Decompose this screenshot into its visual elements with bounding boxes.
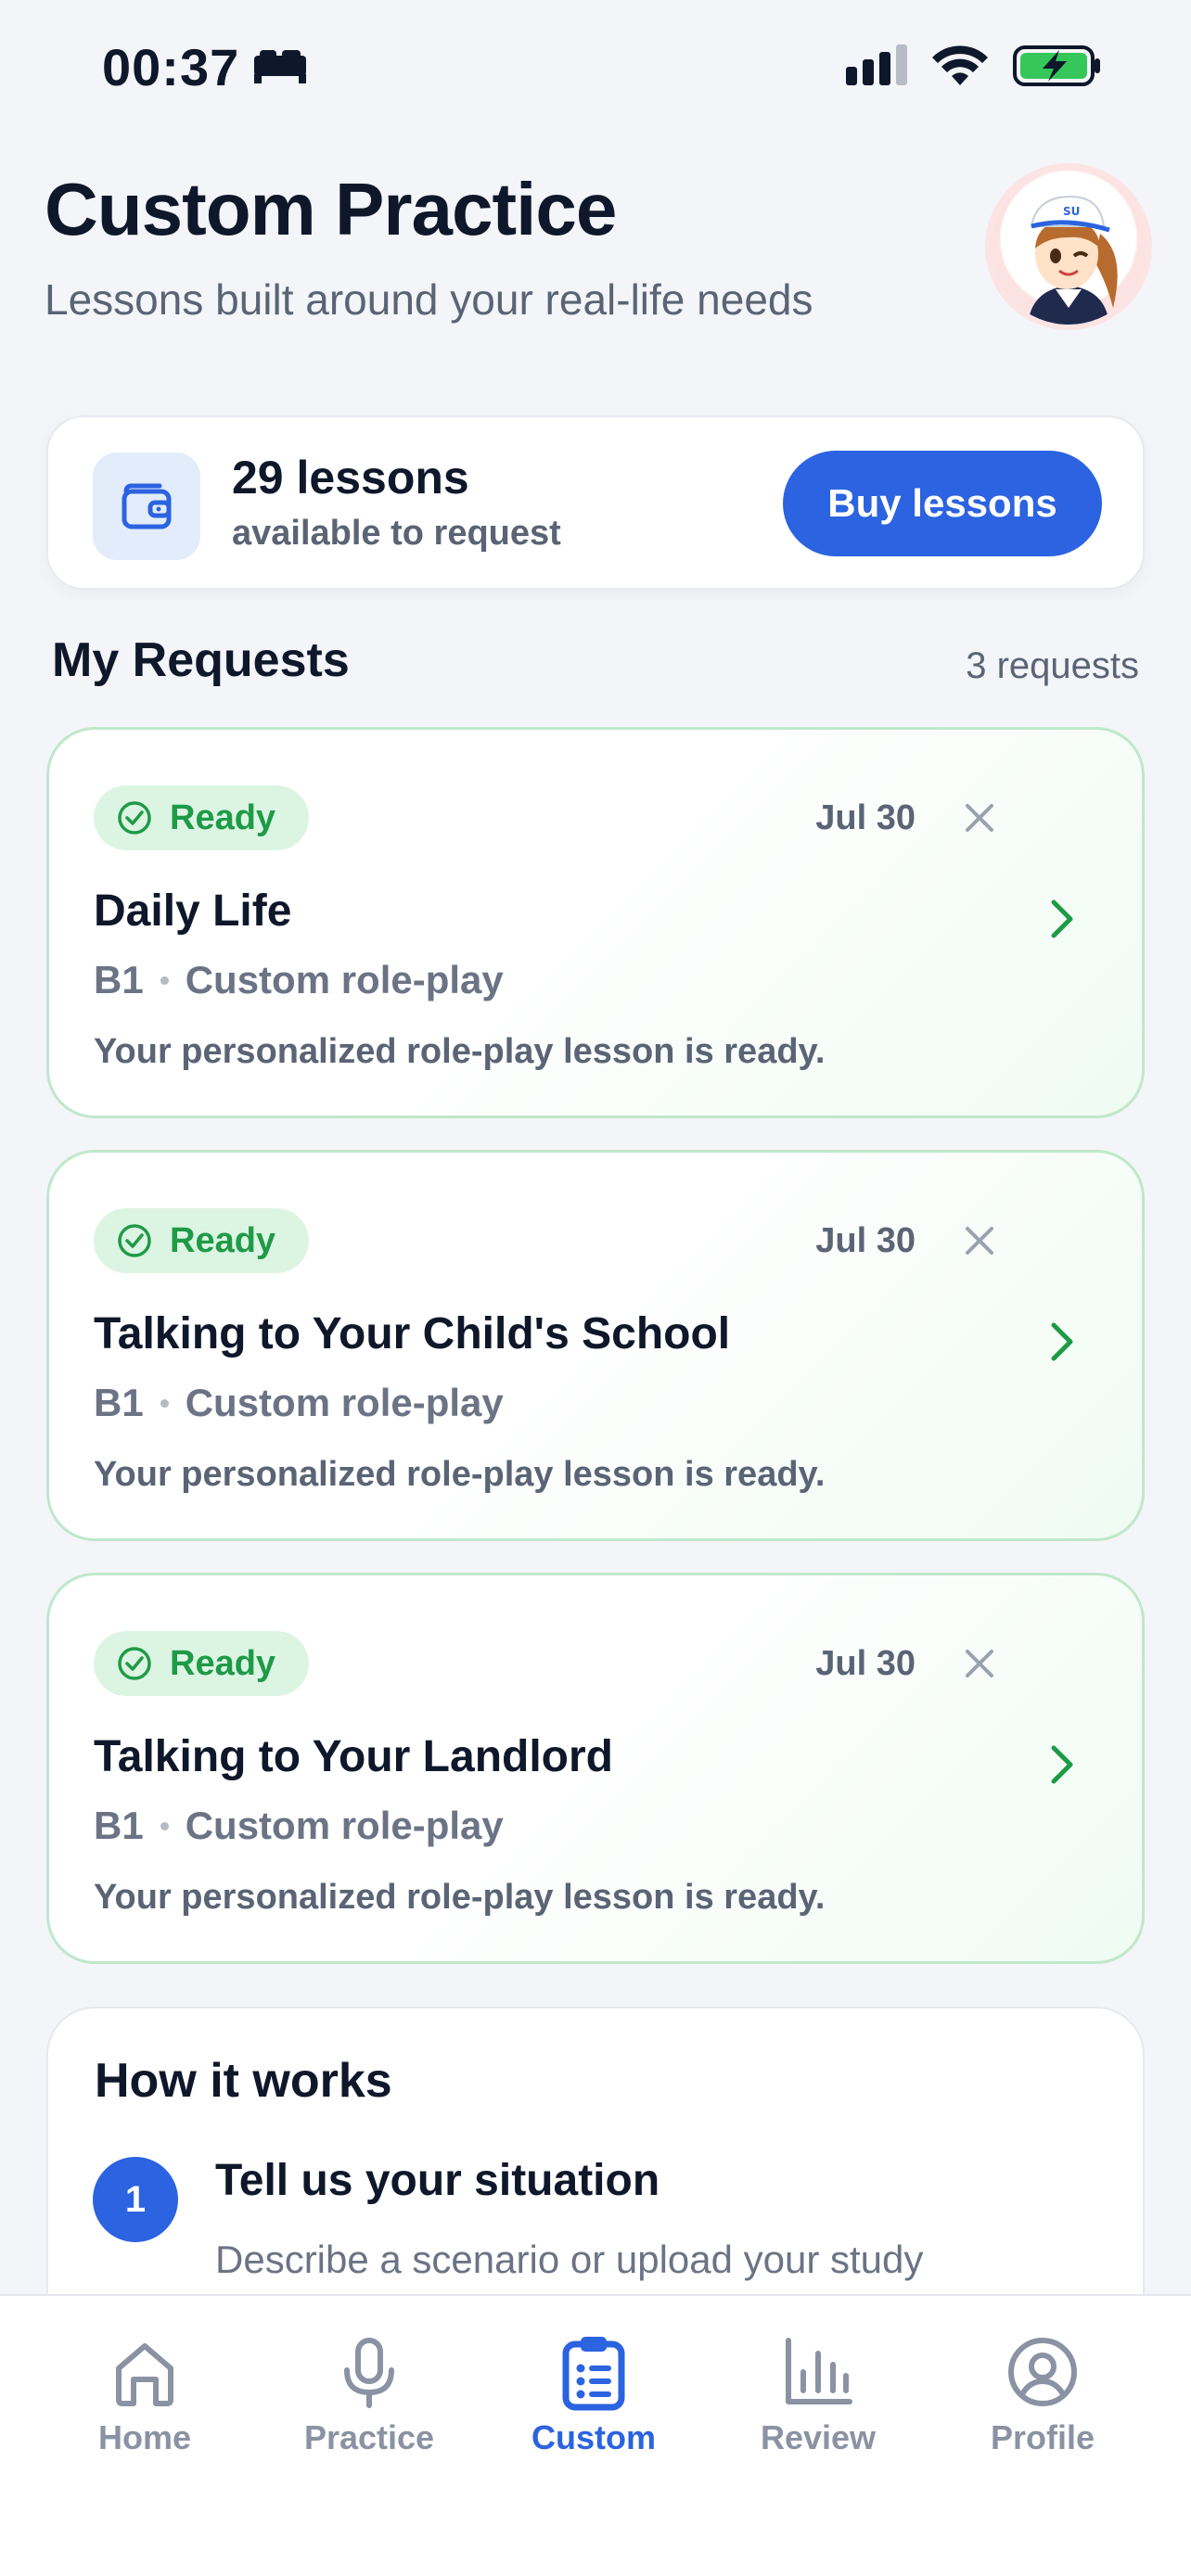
step-number-badge: 1 <box>93 2157 178 2242</box>
separator-dot <box>160 976 169 985</box>
tab-label: Profile <box>990 2418 1095 2456</box>
status-bar-indicators <box>844 45 1102 92</box>
wallet-icon <box>93 453 200 560</box>
lesson-count: 29 lessons <box>232 452 469 504</box>
check-circle-icon <box>118 1224 151 1257</box>
dismiss-request-button[interactable] <box>954 793 1005 843</box>
close-icon <box>966 804 993 832</box>
my-requests-heading: My Requests <box>52 633 350 687</box>
request-level: B1 <box>94 1804 144 1847</box>
lesson-balance-card: 29 lessons available to request Buy less… <box>46 415 1145 590</box>
status-badge-label: Ready <box>170 1220 276 1260</box>
request-card[interactable]: Ready Jul 30 Talking to Your Child's Sch… <box>46 1150 1145 1541</box>
buy-lessons-button[interactable]: Buy lessons <box>783 451 1102 556</box>
lesson-count-caption: available to request <box>232 514 561 553</box>
requests-count: 3 requests <box>966 645 1139 686</box>
status-bar-time: 00:37 <box>102 37 308 97</box>
battery-charging-icon <box>1013 45 1102 92</box>
wifi-icon <box>931 45 989 92</box>
bottom-tab-bar: Home Practice Custom Review Profile <box>0 2294 1191 2576</box>
sleep-focus-icon <box>252 37 308 97</box>
chevron-right-icon[interactable] <box>1034 891 1090 947</box>
close-icon <box>966 1650 993 1677</box>
tab-profile[interactable]: Profile <box>950 2333 1135 2457</box>
request-meta: B1 Custom role-play <box>94 1381 504 1425</box>
tab-label: Review <box>760 2418 877 2456</box>
user-circle-icon <box>1008 2338 1077 2406</box>
request-date: Jul 30 <box>815 1644 916 1683</box>
request-type: Custom role-play <box>185 1381 504 1424</box>
request-meta: B1 Custom role-play <box>94 958 504 1002</box>
check-circle-icon <box>118 801 151 835</box>
chevron-right-icon[interactable] <box>1034 1737 1090 1792</box>
tab-home[interactable]: Home <box>52 2333 237 2457</box>
dismiss-request-button[interactable] <box>954 1639 1005 1689</box>
request-description: Your personalized role-play lesson is re… <box>94 1032 826 1071</box>
request-level: B1 <box>94 958 144 1001</box>
request-type: Custom role-play <box>185 958 504 1001</box>
request-description: Your personalized role-play lesson is re… <box>94 1878 826 1917</box>
cellular-signal-icon <box>844 45 907 92</box>
status-badge: Ready <box>94 1208 310 1273</box>
page-title: Custom Practice <box>45 168 617 250</box>
request-level: B1 <box>94 1381 144 1424</box>
request-title: Talking to Your Child's School <box>94 1309 731 1358</box>
tab-review[interactable]: Review <box>725 2333 911 2457</box>
tab-label: Practice <box>303 2418 435 2456</box>
status-time-text: 00:37 <box>102 38 240 96</box>
home-icon <box>116 2343 173 2406</box>
avatar[interactable]: SU <box>991 169 1146 325</box>
page-subtitle: Lessons built around your real-life need… <box>45 275 813 324</box>
status-badge-label: Ready <box>170 797 276 837</box>
request-date: Jul 30 <box>815 1221 916 1260</box>
request-type: Custom role-play <box>185 1804 504 1847</box>
dismiss-request-button[interactable] <box>954 1216 1005 1266</box>
status-badge-label: Ready <box>170 1643 276 1683</box>
bar-chart-icon <box>786 2338 852 2404</box>
chevron-right-icon[interactable] <box>1034 1314 1090 1370</box>
request-card[interactable]: Ready Jul 30 Daily Life B1 Custom role-p… <box>46 727 1145 1118</box>
status-badge: Ready <box>94 785 310 850</box>
tab-practice[interactable]: Practice <box>276 2333 462 2457</box>
request-card[interactable]: Ready Jul 30 Talking to Your Landlord B1… <box>46 1573 1145 1964</box>
avatar-illustration: SU <box>1028 195 1118 325</box>
svg-text:SU: SU <box>1063 205 1080 218</box>
clipboard-list-icon <box>562 2337 625 2411</box>
request-description: Your personalized role-play lesson is re… <box>94 1455 826 1494</box>
separator-dot <box>160 1398 169 1408</box>
request-date: Jul 30 <box>815 798 916 837</box>
tab-custom[interactable]: Custom <box>501 2333 686 2457</box>
request-title: Daily Life <box>94 886 292 936</box>
status-badge: Ready <box>94 1631 310 1696</box>
separator-dot <box>160 1821 169 1830</box>
step-title: Tell us your situation <box>215 2156 660 2205</box>
request-title: Talking to Your Landlord <box>94 1732 613 1781</box>
tab-label: Home <box>97 2418 192 2456</box>
close-icon <box>966 1227 993 1255</box>
check-circle-icon <box>118 1647 151 1680</box>
request-meta: B1 Custom role-play <box>94 1804 504 1848</box>
how-it-works-heading: How it works <box>95 2054 392 2108</box>
tab-label: Custom <box>531 2418 656 2456</box>
microphone-icon <box>344 2338 394 2408</box>
